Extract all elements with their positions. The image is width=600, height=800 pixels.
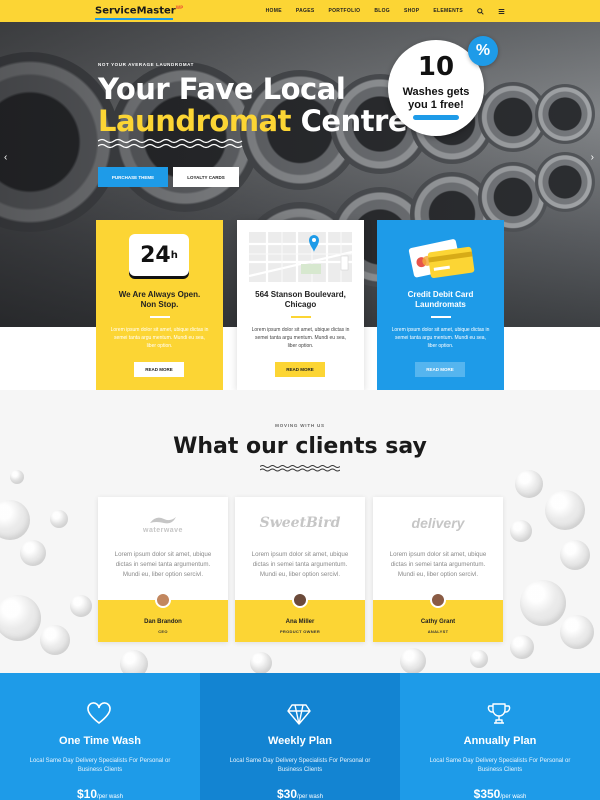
feature-title-line2: Non Stop. [140,300,179,309]
loyalty-cards-button[interactable]: LOYALTY CARDS [173,167,239,187]
testimonial-card: delivery Lorem ipsum dolor sit amet, ubi… [373,497,503,642]
nav-blog[interactable]: BLOG [374,8,390,14]
nav-shop[interactable]: SHOP [404,8,419,14]
top-navbar: ServiceMasterWP HOME PAGES PORTFOLIO BLO… [0,0,600,22]
client-role: ANALYST [427,629,449,634]
plan-price: $10/per wash [0,787,200,800]
badge-text: Washes gets you 1 free! [388,86,484,112]
hero-title-highlight: Laundromat [98,104,291,138]
feature-title-line1: 564 Stanson Boulevard, [255,290,346,299]
waterwave-logo-icon [150,517,176,524]
logo-underline [95,17,173,20]
credit-card-icon [408,239,475,278]
plan-price-per: /per wash [97,794,124,800]
icon-24-text: 24 [140,242,171,268]
feature-divider [150,316,170,318]
feature-text: Lorem ipsum dolor sit amet, ubique dicta… [391,327,490,349]
plan-price-per: /per wash [500,794,527,800]
avatar [155,592,171,608]
nav-portfolio[interactable]: PORTFOLIO [328,8,360,14]
client-name: Dan Brandon [144,619,182,625]
logo-sup: WP [175,5,184,11]
client-logo: delivery [411,515,465,531]
read-more-button[interactable]: READ MORE [275,362,325,377]
testimonial-card: waterwave Lorem ipsum dolor sit amet, ub… [98,497,228,642]
plan-description: Local Same Day Delivery Specialists For … [429,758,571,773]
hero-title-line1: Your Fave Local [98,72,346,106]
read-more-button[interactable]: READ MORE [415,362,465,377]
hero-wave-divider [98,138,243,149]
icon-24-sup: h [170,249,178,261]
hero-title-line2: Laundromat Centre [98,104,408,138]
feature-title: 564 Stanson Boulevard, Chicago [237,290,364,310]
hero-eyebrow: NOT YOUR AVERAGE LAUNDROMAT [98,62,195,67]
search-icon[interactable] [477,7,484,15]
slider-prev-icon[interactable]: ‹ [4,152,7,163]
client-name: Ana Miller [285,619,315,625]
client-role: PRODUCT OWNER [279,629,321,634]
map-icon [249,232,352,282]
purchase-theme-button[interactable]: PURCHASE THEME [98,167,168,187]
percent-badge: % [468,36,498,66]
feature-text: Lorem ipsum dolor sit amet, ubique dicta… [110,327,209,349]
plan-price-value: $10 [76,787,97,800]
plan-description: Local Same Day Delivery Specialists For … [29,758,171,773]
testimonial-card: SweetBird Lorem ipsum dolor sit amet, ub… [235,497,365,642]
plan-price: $30/per wash [200,787,400,800]
client-logo: waterwave [143,527,183,534]
testimonial-quote: Lorem ipsum dolor sit amet, ubique dicta… [389,551,487,578]
plan-price: $350/per wash [400,787,600,800]
read-more-button[interactable]: READ MORE [134,362,184,377]
slider-next-icon[interactable]: › [591,152,594,163]
pricing-plan-annually[interactable]: Annually Plan Local Same Day Delivery Sp… [400,673,600,800]
plan-title: One Time Wash [59,735,141,747]
client-name: Cathy Grant [420,619,456,625]
testimonials-eyebrow: MOVING WITH US [275,423,325,428]
badge-underline [413,115,459,120]
site-logo[interactable]: ServiceMasterWP [95,5,184,20]
badge-line1: Washes gets [402,86,470,98]
feature-title: Credit Debit Card Laundromats [377,290,504,310]
feature-title-line1: Credit Debit Card [407,290,474,299]
clock-24h-icon: 24 h [129,234,189,276]
logo-text: ServiceMaster [95,5,176,17]
plan-title: Annually Plan [463,735,537,747]
plan-description: Local Same Day Delivery Specialists For … [229,758,371,773]
testimonial-quote: Lorem ipsum dolor sit amet, ubique dicta… [251,551,349,578]
feature-divider [431,316,451,318]
feature-title-line2: Laundromats [415,300,466,309]
nav-pages[interactable]: PAGES [296,8,315,14]
avatar [292,592,308,608]
plan-price-value: $350 [473,787,501,800]
feature-divider [291,316,311,318]
testimonials-wave-divider [260,465,340,472]
nav-home[interactable]: HOME [266,8,282,14]
diamond-icon [287,704,311,725]
testimonial-quote: Lorem ipsum dolor sit amet, ubique dicta… [114,551,212,578]
testimonials-title: What our clients say [173,434,427,459]
pricing-plan-one-time[interactable]: One Time Wash Local Same Day Delivery Sp… [0,673,200,800]
feature-title-line1: We Are Always Open. [118,290,201,299]
feature-card-location: 564 Stanson Boulevard, Chicago Lorem ips… [237,220,364,390]
plan-title: Weekly Plan [268,735,332,747]
avatar [430,592,446,608]
client-logo: SweetBird [259,515,341,531]
trophy-icon [487,703,511,724]
main-nav: HOME PAGES PORTFOLIO BLOG SHOP ELEMENTS [266,7,505,15]
heart-icon [87,702,111,725]
feature-text: Lorem ipsum dolor sit amet, ubique dicta… [251,327,350,349]
pricing-plan-weekly[interactable]: Weekly Plan Local Same Day Delivery Spec… [200,673,400,800]
feature-title-line2: Chicago [284,300,317,309]
feature-card-open: 24 h We Are Always Open. Non Stop. Lorem … [96,220,223,390]
feature-card-payments: Credit Debit Card Laundromats Lorem ipsu… [377,220,504,390]
nav-elements[interactable]: ELEMENTS [433,8,463,14]
pricing-section: One Time Wash Local Same Day Delivery Sp… [0,673,600,800]
menu-icon[interactable] [498,8,505,15]
badge-line2: you 1 free! [408,99,464,111]
feature-title: We Are Always Open. Non Stop. [96,290,223,310]
plan-price-per: /per wash [297,794,324,800]
plan-price-value: $30 [276,787,297,800]
client-role: CEO [158,629,168,634]
